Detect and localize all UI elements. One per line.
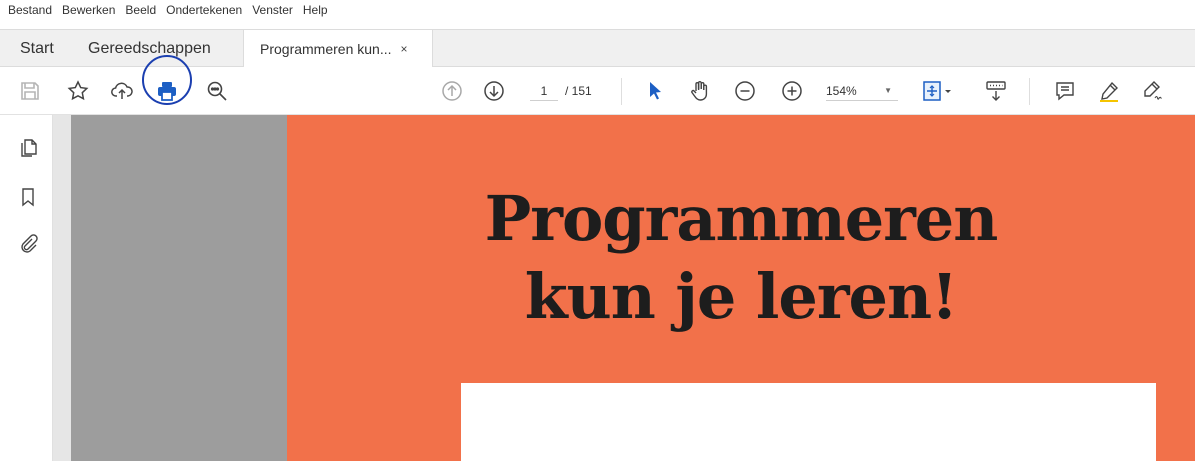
close-tab-icon[interactable]: × [401,42,408,56]
chevron-down-icon: ▼ [884,86,892,95]
fill-sign-icon[interactable] [1140,79,1164,103]
menu-help[interactable]: Help [303,3,328,17]
menu-bestand[interactable]: Bestand [8,3,52,17]
zoom-out-icon[interactable] [733,79,757,103]
highlight-pen-icon[interactable] [1097,79,1121,103]
navigation-panel [0,115,53,461]
document-title-line-1: Programmeren [484,182,999,255]
previous-page-icon[interactable] [440,79,464,103]
zoom-level-dropdown[interactable]: 154% ▼ [826,81,898,101]
panel-divider [53,115,71,461]
tab-start[interactable]: Start [20,30,54,68]
pages-icon[interactable] [17,137,39,159]
select-cursor-icon[interactable] [643,79,667,103]
toolbar-separator [621,78,622,105]
toolbar: 1 / 151 154% ▼ [0,67,1195,115]
scroll-mode-icon[interactable] [984,79,1008,103]
menu-beeld[interactable]: Beeld [125,3,156,17]
zoom-level-value: 154% [826,84,857,98]
document-page: Programmeren kun je leren! [287,115,1195,461]
fit-page-icon[interactable] [921,79,955,103]
save-icon[interactable] [18,79,42,103]
tab-document-label: Programmeren kun... [260,41,392,57]
star-icon[interactable] [66,79,90,103]
search-icon[interactable] [205,79,229,103]
tab-bar: Start Gereedschappen Programmeren kun...… [0,29,1195,68]
hand-tool-icon[interactable] [688,79,712,103]
page-number-input[interactable]: 1 [530,81,558,101]
document-title-line-2: kun je leren! [524,260,959,333]
menu-venster[interactable]: Venster [252,3,293,17]
document-content-box [461,383,1156,461]
cloud-upload-icon[interactable] [110,79,134,103]
menu-ondertekenen[interactable]: Ondertekenen [166,3,242,17]
attachment-icon[interactable] [17,232,39,254]
page-total: / 151 [565,84,592,98]
tab-document[interactable]: Programmeren kun... × [243,30,433,68]
menu-bar: Bestand Bewerken Beeld Ondertekenen Vens… [0,0,1195,20]
bookmark-icon[interactable] [17,186,39,208]
menu-bewerken[interactable]: Bewerken [62,3,115,17]
document-background [71,115,287,461]
comment-icon[interactable] [1053,79,1077,103]
next-page-icon[interactable] [482,79,506,103]
tab-tools[interactable]: Gereedschappen [88,30,211,68]
print-icon[interactable] [155,79,179,103]
zoom-in-icon[interactable] [780,79,804,103]
toolbar-separator [1029,78,1030,105]
document-title: Programmeren kun je leren! [287,187,1195,329]
